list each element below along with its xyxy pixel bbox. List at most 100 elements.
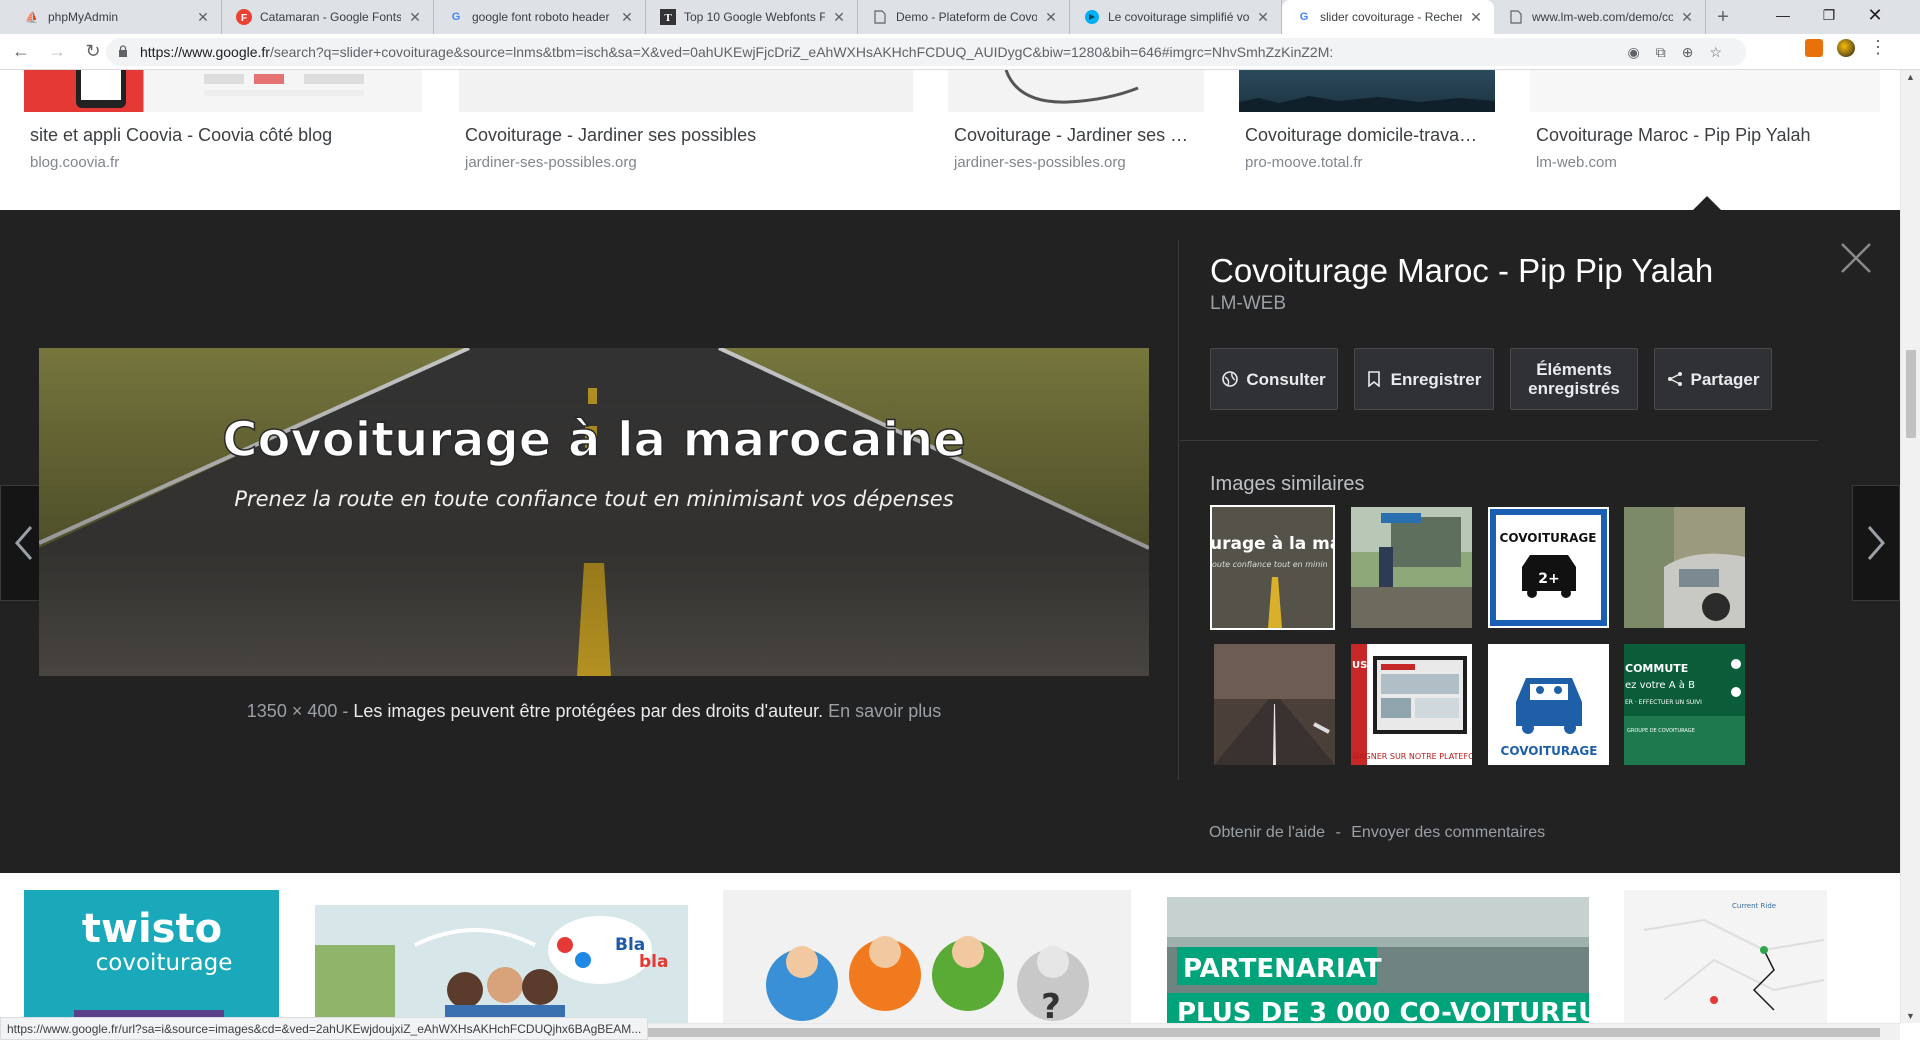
new-tab-icon[interactable]: + — [1706, 0, 1740, 34]
browser-tab[interactable]: Le covoiturage simplifié vo ✕ — [1070, 0, 1282, 34]
panel-pointer — [1693, 196, 1721, 210]
page-icon — [1508, 9, 1524, 25]
browser-tab[interactable]: www.lm-web.com/demo/co ✕ — [1494, 0, 1706, 34]
address-bar[interactable]: https://www.google.fr/search?q=slider+co… — [106, 38, 1746, 66]
image-headline: Covoiturage à la marocaine — [222, 412, 965, 468]
translate-icon[interactable]: ⧉ — [1656, 44, 1666, 61]
browser-tab[interactable]: F Catamaran - Google Fonts ✕ — [222, 0, 434, 34]
extension-icon[interactable] — [1805, 38, 1823, 57]
result-thumbnail[interactable]: Bla bla — [315, 905, 688, 1023]
result-title[interactable]: Covoiturage - Jardiner ses possibles — [465, 125, 905, 146]
scrollbar-thumb[interactable] — [640, 1028, 1880, 1037]
browser-tab-active[interactable]: G slider covoiturage - Recher ✕ — [1282, 0, 1494, 34]
consult-label: Consulter — [1246, 369, 1326, 389]
result-title[interactable]: Covoiturage Maroc - Pip Pip Yalah — [1536, 125, 1876, 146]
menu-kebab-icon[interactable]: ⋮ — [1869, 37, 1887, 58]
similar-image-thumbnail[interactable]: US GAGNER SUR NOTRE PLATEFORM — [1351, 644, 1472, 765]
lock-icon[interactable] — [118, 44, 132, 60]
section-divider — [1180, 440, 1818, 441]
close-preview-button[interactable] — [1838, 240, 1874, 276]
feedback-link[interactable]: Envoyer des commentaires — [1351, 824, 1545, 841]
similar-image-thumbnail[interactable]: COMMUTE ez votre A à B ER · EFFECTUER UN S… — [1624, 644, 1745, 765]
close-window-icon[interactable]: ✕ — [1852, 0, 1898, 30]
tab-title: slider covoiturage - Recher — [1320, 10, 1462, 24]
image-dimensions: 1350 × 400 — [246, 701, 338, 721]
scroll-down-icon[interactable]: ▼ — [1906, 1011, 1915, 1021]
svg-text:F: F — [241, 13, 247, 24]
vertical-scrollbar[interactable]: ▲ ▼ — [1900, 70, 1920, 1023]
close-tab-icon[interactable]: ✕ — [1255, 9, 1271, 26]
close-tab-icon[interactable]: ✕ — [195, 9, 211, 26]
profile-avatar-icon[interactable] — [1837, 38, 1855, 57]
browser-tab[interactable]: Demo - Plateform de Covoi ✕ — [858, 0, 1070, 34]
omnibox-actions: ◉ ⧉ ⊕ ☆ — [1627, 38, 1722, 66]
location-icon[interactable]: ◉ — [1627, 44, 1639, 61]
result-thumbnail[interactable] — [948, 69, 1204, 112]
twisto-sub-text: covoiturage — [96, 950, 233, 976]
similar-image-thumbnail[interactable] — [1351, 507, 1472, 628]
thumb-sign-number: 2+ — [1538, 571, 1559, 587]
thumb-headline-text: urage à la mai — [1212, 534, 1333, 554]
saved-items-label-line1: Éléments — [1536, 360, 1612, 379]
browser-tab[interactable]: T Top 10 Google Webfonts Fo ✕ — [646, 0, 858, 34]
consult-button[interactable]: Consulter — [1210, 348, 1338, 410]
learn-more-link[interactable]: En savoir plus — [828, 701, 941, 721]
result-thumbnail[interactable]: twisto covoiturage — [24, 890, 279, 1023]
save-button[interactable]: Enregistrer — [1354, 348, 1494, 410]
t-icon: T — [660, 9, 676, 25]
result-title[interactable]: Covoiturage - Jardiner ses … — [954, 125, 1204, 146]
browser-tab[interactable]: G google font roboto header ✕ — [434, 0, 646, 34]
zoom-icon[interactable]: ⊕ — [1682, 44, 1694, 61]
similar-image-thumbnail[interactable] — [1214, 644, 1335, 765]
restore-icon[interactable]: ❐ — [1806, 0, 1852, 30]
tab-title: Top 10 Google Webfonts Fo — [684, 10, 825, 24]
similar-image-thumbnail[interactable] — [1624, 507, 1745, 628]
saved-items-button[interactable]: Éléments enregistrés — [1510, 348, 1638, 410]
result-thumbnail[interactable]: PARTENARIAT PLUS DE 3 000 CO-VOITUREURS — [1167, 897, 1589, 1023]
next-image-button[interactable] — [1852, 485, 1900, 601]
google-icon: G — [1299, 11, 1309, 23]
minimize-icon[interactable]: — — [1760, 0, 1806, 30]
tab-title: Le covoiturage simplifié vo — [1108, 10, 1249, 24]
result-thumbnail[interactable] — [459, 70, 913, 112]
result-thumbnail[interactable] — [1239, 70, 1495, 112]
close-tab-icon[interactable]: ✕ — [1468, 9, 1484, 26]
result-domain: lm-web.com — [1536, 154, 1617, 171]
back-icon[interactable]: ← — [6, 37, 36, 67]
result-title[interactable]: Covoiturage domicile-trava… — [1245, 125, 1495, 146]
close-tab-icon[interactable]: ✕ — [831, 9, 847, 26]
close-tab-icon[interactable]: ✕ — [619, 9, 635, 26]
browser-tab[interactable]: ⛵ phpMyAdmin ✕ — [10, 0, 222, 34]
tab-title: google font roboto header — [472, 10, 610, 24]
reload-icon[interactable]: ↻ — [78, 37, 108, 67]
saved-items-label-line2: enregistrés — [1528, 379, 1620, 398]
result-thumbnail[interactable] — [24, 70, 422, 112]
result-thumbnail[interactable] — [1530, 70, 1880, 112]
share-label: Partager — [1690, 369, 1760, 389]
help-link[interactable]: Obtenir de l'aide — [1209, 824, 1325, 841]
image-tagline: Prenez la route en toute confiance tout … — [234, 487, 953, 511]
thumb-sign-text: COVOITURAGE — [1500, 531, 1597, 545]
thumb-tagline-text: oute confiance tout en minin — [1212, 560, 1328, 569]
close-tab-icon[interactable]: ✕ — [1043, 9, 1059, 26]
similar-image-thumbnail[interactable]: urage à la mai oute confiance tout en min… — [1210, 505, 1335, 630]
thumb-plateform-side: US — [1352, 660, 1367, 671]
result-title[interactable]: site et appli Coovia - Coovia côté blog — [30, 125, 430, 146]
preview-image[interactable]: Covoiturage à la marocaine Prenez la rou… — [39, 348, 1149, 676]
result-domain: pro-moove.total.fr — [1245, 154, 1363, 171]
scroll-up-icon[interactable]: ▲ — [1906, 72, 1915, 82]
bookmark-star-icon[interactable]: ☆ — [1709, 44, 1722, 61]
twisto-logo-text: twisto — [82, 906, 222, 952]
result-thumbnail[interactable]: Current Ride — [1624, 890, 1827, 1023]
close-tab-icon[interactable]: ✕ — [1679, 9, 1695, 26]
result-thumbnail[interactable]: ? — [723, 890, 1131, 1023]
caption-separator: - — [342, 701, 349, 721]
similar-image-thumbnail[interactable]: COVOITURAGE — [1488, 644, 1609, 765]
share-button[interactable]: Partager — [1654, 348, 1772, 410]
ride-header: Current Ride — [1732, 902, 1776, 910]
close-tab-icon[interactable]: ✕ — [407, 9, 423, 26]
similar-image-thumbnail[interactable]: COVOITURAGE 2+ — [1488, 507, 1609, 628]
forward-icon[interactable]: → — [42, 37, 72, 67]
preview-title[interactable]: Covoiturage Maroc - Pip Pip Yalah — [1210, 252, 1713, 290]
scrollbar-thumb[interactable] — [1906, 350, 1916, 438]
